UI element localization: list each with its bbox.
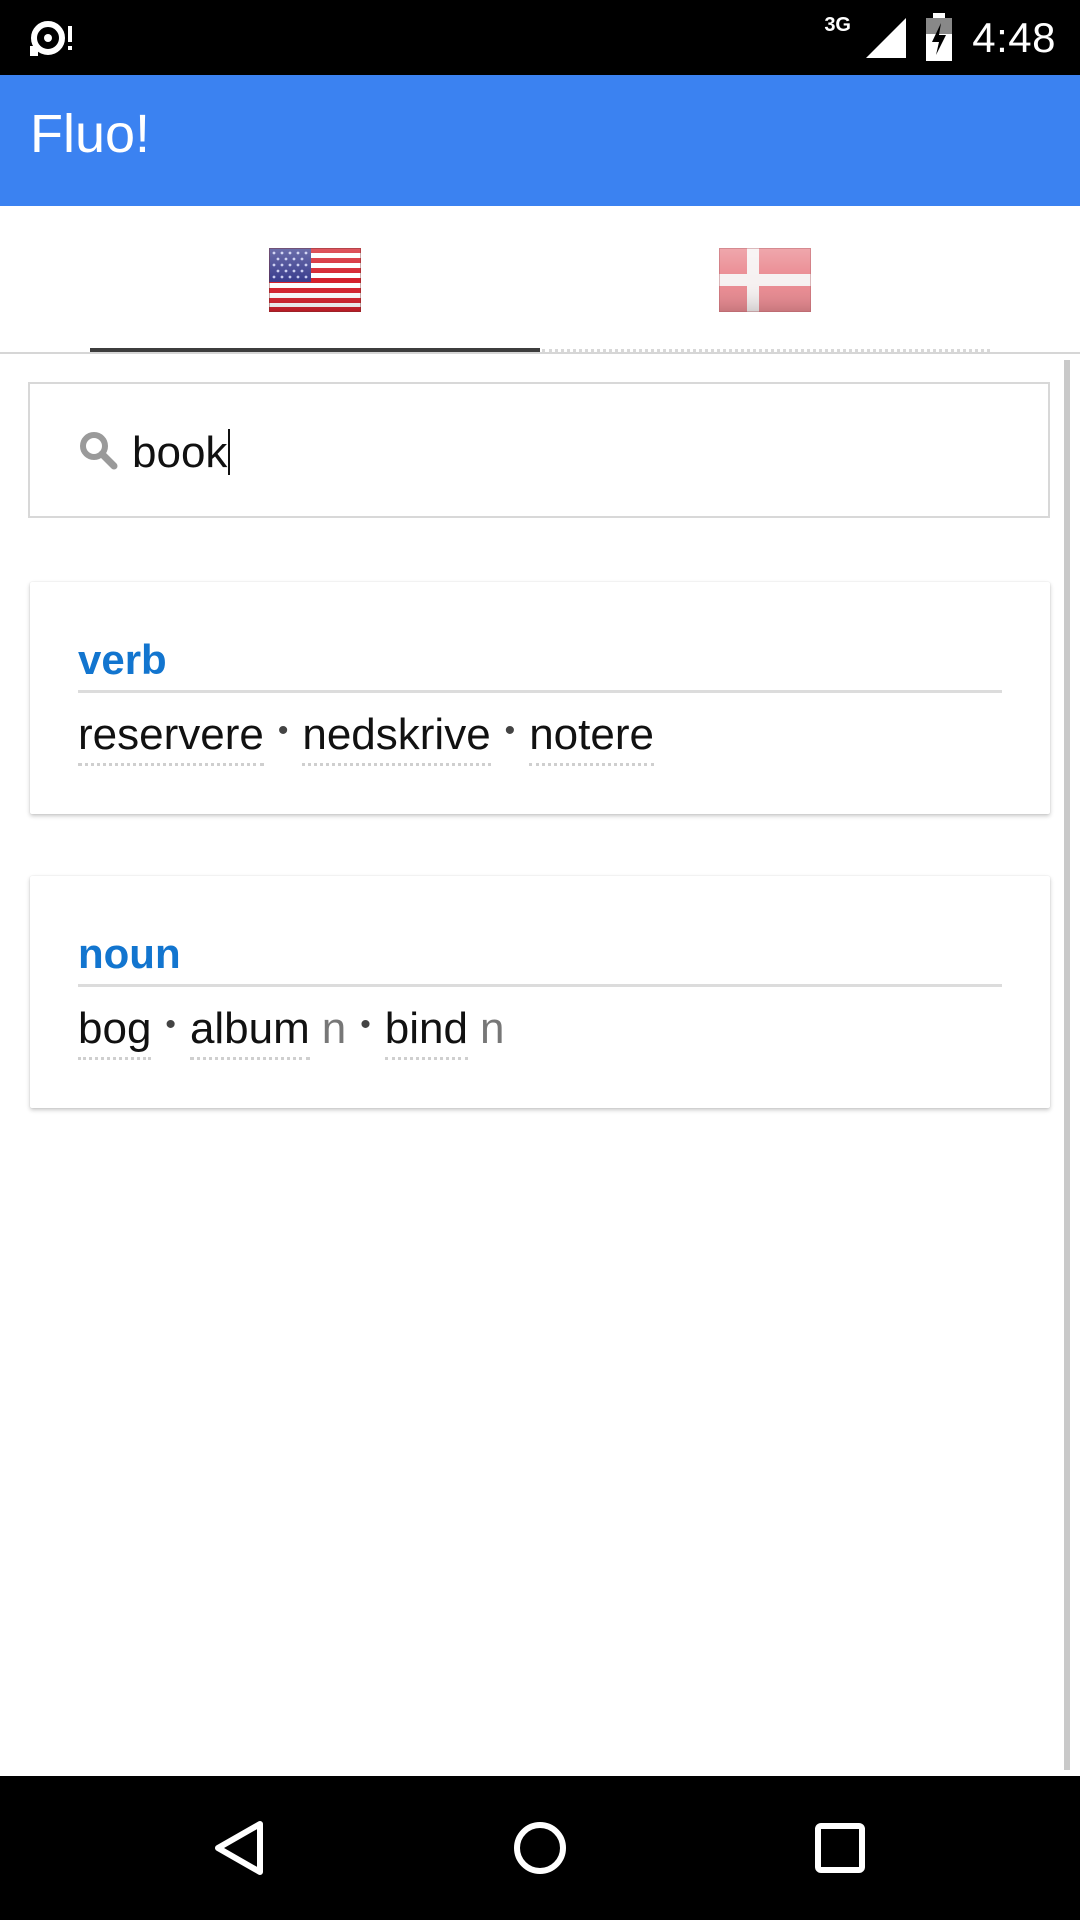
- home-icon[interactable]: [510, 1818, 570, 1878]
- tab-english[interactable]: [90, 206, 540, 354]
- battery-charging-icon: [926, 12, 953, 61]
- translation-list: bog • album n • bind n: [78, 1004, 505, 1060]
- status-bar: 3G 4:48: [0, 0, 1080, 75]
- divider: [78, 690, 1002, 693]
- network-type-label: 3G: [824, 14, 851, 36]
- part-of-speech-label: verb: [78, 636, 167, 683]
- translation-term[interactable]: notere: [529, 710, 654, 766]
- recent-apps-icon[interactable]: [810, 1818, 870, 1878]
- gender-marker: n: [321, 1004, 347, 1053]
- translation-list: reservere • nedskrive • notere: [78, 710, 654, 766]
- separator: •: [360, 1008, 371, 1042]
- divider: [78, 984, 1002, 987]
- translation-term[interactable]: bog: [78, 1004, 152, 1060]
- part-of-speech-label: noun: [78, 930, 181, 977]
- separator: •: [277, 714, 289, 748]
- translation-term[interactable]: album: [189, 1004, 310, 1060]
- navigation-bar: [0, 1776, 1080, 1920]
- dk-flag-icon: [719, 248, 811, 312]
- tab-danish[interactable]: [540, 206, 990, 354]
- signal-icon: [866, 17, 907, 58]
- language-tabs: [0, 206, 1080, 354]
- search-value[interactable]: book: [132, 428, 231, 478]
- app-bar: Fluo!: [0, 75, 1080, 206]
- search-icon: [80, 432, 118, 470]
- translation-term[interactable]: nedskrive: [302, 710, 491, 766]
- translation-term[interactable]: bind: [384, 1004, 468, 1060]
- text-cursor: [228, 429, 231, 476]
- scrollbar[interactable]: [1064, 360, 1070, 1770]
- separator: •: [504, 714, 516, 748]
- notification-icon: [28, 16, 88, 60]
- translation-term[interactable]: reservere: [78, 710, 264, 766]
- separator: •: [165, 1008, 176, 1042]
- gender-marker: n: [479, 1004, 505, 1053]
- result-card-noun: noun bog • album n • bind n: [30, 876, 1050, 1108]
- clock: 4:48: [972, 13, 1056, 61]
- result-card-verb: verb reservere • nedskrive • notere: [30, 582, 1050, 814]
- us-flag-icon: [269, 248, 361, 312]
- app-title: Fluo!: [30, 104, 151, 164]
- back-icon[interactable]: [210, 1818, 270, 1878]
- divider: [0, 352, 1080, 354]
- search-input[interactable]: book: [28, 382, 1050, 518]
